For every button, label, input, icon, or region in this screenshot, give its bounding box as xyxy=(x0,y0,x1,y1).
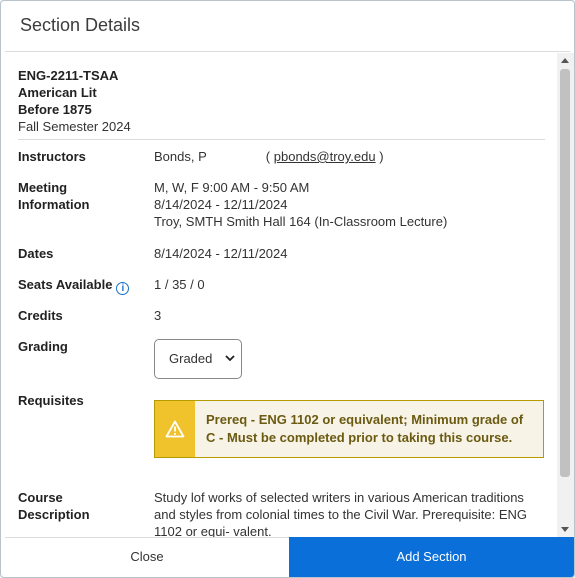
alert-icon-box xyxy=(155,401,195,457)
course-title-line1: American Lit xyxy=(18,85,97,100)
seats-value: 1 / 35 / 0 xyxy=(154,277,205,292)
meeting-dates: 8/14/2024 - 12/11/2024 xyxy=(154,197,288,212)
section-details-dialog: Section Details ENG-2211-TSAA American L… xyxy=(0,0,575,578)
description-value: Study lof works of selected writers in v… xyxy=(154,490,528,537)
seats-label-text: Seats Available xyxy=(18,277,113,292)
dialog-content: ENG-2211-TSAA American Lit Before 1875 F… xyxy=(1,53,557,537)
grading-selected-value: Graded xyxy=(169,351,213,366)
header-divider xyxy=(18,139,545,140)
instructors-label: Instructors xyxy=(18,149,86,164)
course-title-line2: Before 1875 xyxy=(18,102,92,117)
grading-select[interactable]: Graded xyxy=(154,339,242,379)
close-button[interactable]: Close xyxy=(5,537,289,577)
warning-icon xyxy=(165,420,185,438)
course-term: Fall Semester 2024 xyxy=(18,119,131,134)
dates-label: Dates xyxy=(18,246,54,261)
scroll-up-arrow-icon[interactable] xyxy=(561,58,569,63)
course-code: ENG-2211-TSAA xyxy=(18,68,119,83)
seats-label: Seats Available i xyxy=(18,276,130,295)
credits-value: 3 xyxy=(154,308,162,323)
requisite-text: Prereq - ENG 1102 or equivalent; Minimum… xyxy=(206,412,524,445)
email-open-paren: ( xyxy=(265,149,271,164)
description-label: Course Description xyxy=(18,489,90,523)
meeting-value: M, W, F 9:00 AM - 9:50 AM 8/14/2024 - 12… xyxy=(154,179,447,230)
content-scrollbar[interactable] xyxy=(557,53,574,537)
meeting-location: Troy, SMTH Smith Hall 164 (In-Classroom … xyxy=(154,214,448,229)
course-header: ENG-2211-TSAA American Lit Before 1875 F… xyxy=(18,67,131,135)
instructor-email-link[interactable]: pbonds@troy.edu xyxy=(274,149,376,164)
meeting-label: Meeting Information xyxy=(18,179,90,213)
scroll-down-arrow-icon[interactable] xyxy=(561,527,569,532)
meeting-time: M, W, F 9:00 AM - 9:50 AM xyxy=(154,180,310,195)
dates-value: 8/14/2024 - 12/11/2024 xyxy=(154,246,288,261)
instructor-name: Bonds, P xyxy=(154,149,207,164)
email-close-paren: ) xyxy=(379,149,384,164)
description-label-line1: Course xyxy=(18,490,63,505)
dialog-title: Section Details xyxy=(20,15,141,35)
title-divider xyxy=(5,51,570,52)
credits-label: Credits xyxy=(18,308,63,323)
add-section-button[interactable]: Add Section xyxy=(289,537,574,577)
dialog-footer: Close Add Section xyxy=(5,537,574,577)
description-label-line2: Description xyxy=(18,507,90,522)
scroll-thumb[interactable] xyxy=(560,69,570,477)
instructors-value: Bonds, P ( pbonds@troy.edu ) xyxy=(154,148,384,165)
chevron-down-icon xyxy=(225,355,235,362)
requisites-label: Requisites xyxy=(18,393,84,408)
requisite-alert: Prereq - ENG 1102 or equivalent; Minimum… xyxy=(154,400,544,458)
meeting-label-line1: Meeting xyxy=(18,180,68,195)
grading-label: Grading xyxy=(18,339,68,354)
info-icon[interactable]: i xyxy=(116,282,130,295)
meeting-label-line2: Information xyxy=(18,197,90,212)
